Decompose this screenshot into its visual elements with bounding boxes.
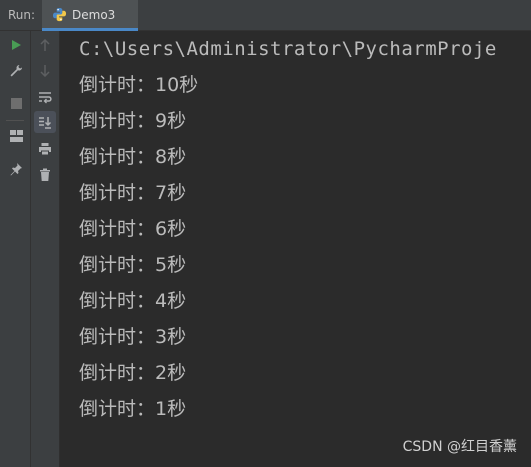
watermark: CSDN @红目香薰 [402,439,517,455]
toolbar-separator [6,120,24,121]
tab-demo3[interactable]: Demo3 [42,0,138,31]
output-line: 倒计时：3秒 [79,326,187,348]
scroll-to-end-icon [38,116,52,129]
output-line: 倒计时：1秒 [79,398,187,420]
soft-wrap-icon [38,91,52,104]
clear-all-button[interactable] [34,164,56,186]
output-line: 倒计时：8秒 [79,146,187,168]
stop-icon [10,97,22,109]
output-line: 倒计时：9秒 [79,110,187,132]
output-line: 倒计时：6秒 [79,218,187,240]
scroll-to-end-button[interactable] [34,111,56,133]
wrench-icon [9,64,23,78]
run-toolbar-secondary [31,31,60,467]
edit-configuration-button[interactable] [5,60,27,82]
run-tool-window: Run: Demo3 C:\Users\Administrator\Pychar… [0,0,531,467]
output-line: 倒计时：10秒 [79,74,199,96]
next-occurrence-button[interactable] [34,59,56,81]
rerun-button[interactable] [5,34,27,56]
layout-icon [9,130,23,142]
run-tab-bar: Run: Demo3 [0,0,531,31]
pin-tab-button[interactable] [5,158,27,180]
console-output[interactable]: C:\Users\Administrator\PycharmProje 倒计时：… [60,31,531,467]
python-icon [52,7,67,22]
output-line: 倒计时：4秒 [79,290,187,312]
print-icon [38,142,52,156]
output-line: 倒计时：2秒 [79,362,187,384]
output-line: 倒计时：7秒 [79,182,187,204]
arrow-down-icon [39,64,51,77]
soft-wrap-button[interactable] [34,86,56,108]
run-toolbar-primary [0,31,31,467]
tab-label: Demo3 [72,8,116,22]
stop-button[interactable] [5,92,27,114]
print-button[interactable] [34,138,56,160]
trash-icon [39,168,51,182]
run-icon [10,39,22,51]
pin-icon [9,162,23,176]
run-label: Run: [8,8,36,22]
previous-occurrence-button[interactable] [34,34,56,56]
output-line: 倒计时：5秒 [79,254,187,276]
command-line: C:\Users\Administrator\PycharmProje [79,38,497,60]
arrow-up-icon [39,38,51,52]
layout-button[interactable] [5,125,27,147]
